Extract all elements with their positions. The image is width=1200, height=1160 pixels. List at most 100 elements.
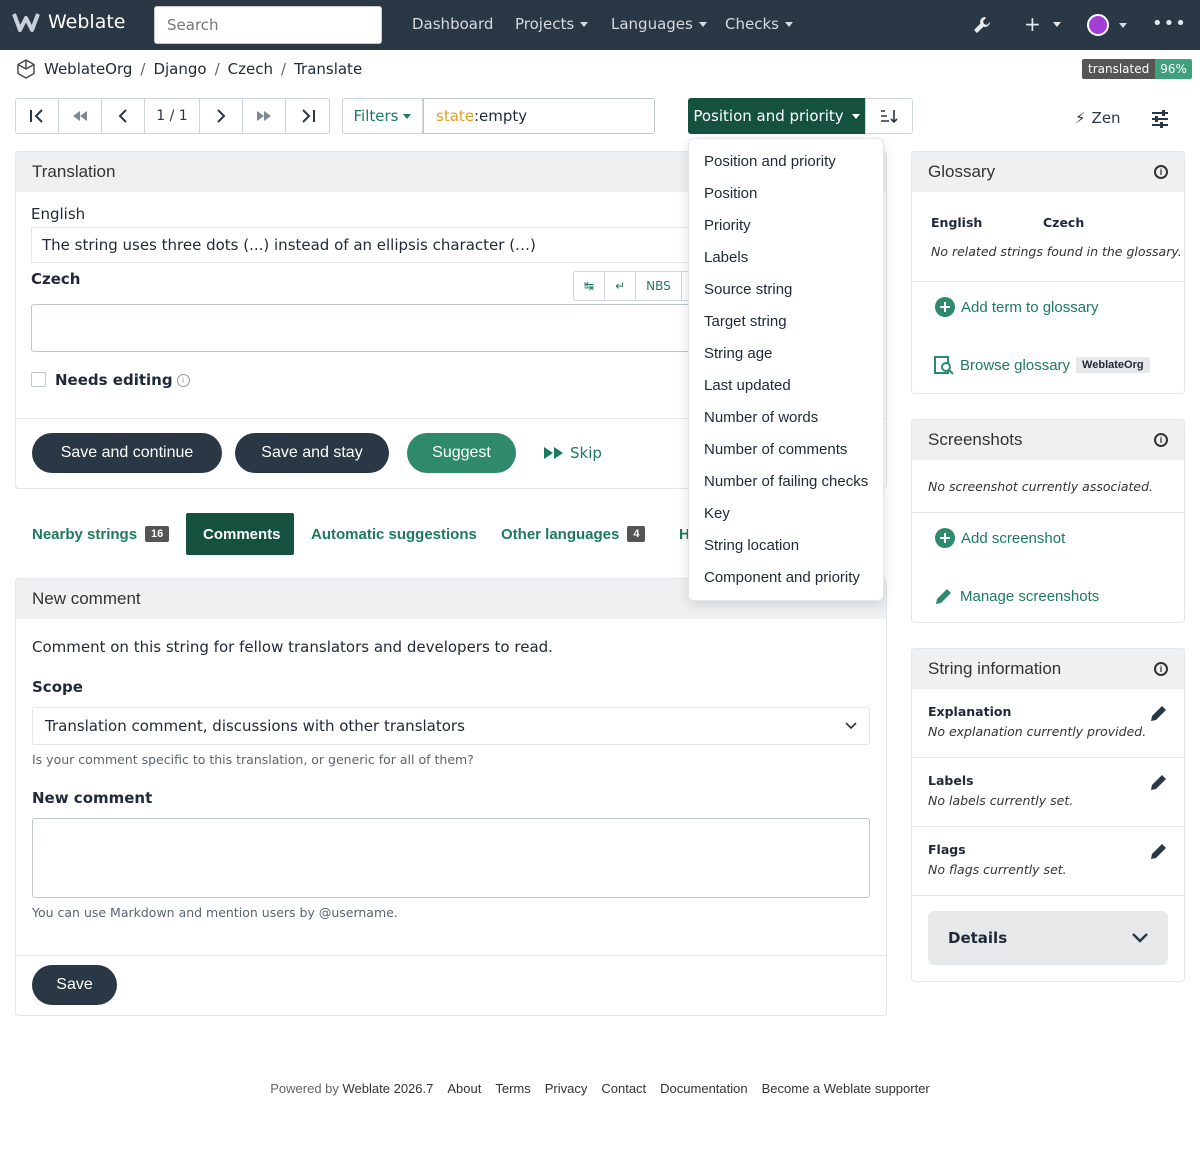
sort-option[interactable]: Component and priority [689, 561, 883, 593]
sort-option[interactable]: String age [689, 337, 883, 369]
project-tag: WeblateOrg [1076, 357, 1150, 373]
help-icon[interactable]: i [176, 373, 190, 387]
translation-textarea[interactable] [31, 304, 711, 352]
sort-button[interactable]: Position and priority [688, 98, 865, 134]
sort-option[interactable]: Priority [689, 209, 883, 241]
chevron-left-icon [118, 109, 127, 123]
query-key: state [436, 107, 474, 125]
sort-option[interactable]: Key [689, 497, 883, 529]
plus-circle-icon [935, 297, 955, 317]
tab-nearby-strings[interactable]: Nearby strings 16 [32, 513, 170, 555]
browse-glossary-link[interactable]: Browse glossary WeblateOrg [934, 355, 1150, 375]
search-book-icon [934, 356, 954, 375]
sort-option[interactable]: Target string [689, 305, 883, 337]
brand[interactable]: Weblate [12, 11, 125, 33]
sort-option[interactable]: String location [689, 529, 883, 561]
caret-down-icon [403, 113, 412, 119]
powered-by: Powered by [270, 1081, 339, 1096]
tab-automatic-suggestions[interactable]: Automatic suggestions [311, 513, 477, 555]
add-term-link[interactable]: Add term to glossary [935, 297, 1099, 317]
manage-screenshots-link[interactable]: Manage screenshots [934, 586, 1099, 606]
save-stay-button[interactable]: Save and stay [235, 433, 389, 473]
suggest-button[interactable]: Suggest [407, 433, 516, 473]
insert-tab-button[interactable]: ↹ [574, 272, 606, 300]
skip-button[interactable]: Skip [544, 444, 602, 462]
query-value: :empty [474, 107, 528, 125]
sort-direction-button[interactable] [865, 98, 913, 134]
version-link[interactable]: Weblate 2026.7 [343, 1081, 434, 1096]
sort-option[interactable]: Number of comments [689, 433, 883, 465]
zen-label: Zen [1091, 109, 1121, 127]
back-fast-button[interactable] [59, 99, 102, 133]
save-comment-button[interactable]: Save [32, 965, 117, 1005]
panel-title: String information [928, 659, 1062, 678]
search-input[interactable] [154, 6, 382, 44]
previous-button[interactable] [102, 99, 145, 133]
sort-option[interactable]: Number of failing checks [689, 465, 883, 497]
footer-terms[interactable]: Terms [495, 1081, 530, 1096]
footer-about[interactable]: About [447, 1081, 481, 1096]
nav-projects[interactable]: Projects [515, 15, 589, 33]
settings-icon[interactable] [1150, 110, 1170, 128]
nav-dashboard[interactable]: Dashboard [412, 15, 493, 33]
edit-explanation-icon[interactable] [1149, 703, 1169, 723]
needs-editing-checkbox[interactable] [31, 372, 46, 387]
add-screenshot-link[interactable]: Add screenshot [935, 528, 1065, 548]
first-button[interactable] [16, 99, 59, 133]
needs-editing-row: Needs editing i [55, 371, 190, 389]
info-icon[interactable]: i [1154, 662, 1168, 676]
panel-title: Glossary [928, 162, 996, 181]
more-icon[interactable]: ••• [1152, 13, 1187, 34]
labels-label: Labels [928, 773, 974, 788]
screenshots-header: Screenshots i [912, 420, 1184, 460]
last-button[interactable] [286, 99, 329, 133]
explanation-label: Explanation [928, 704, 1012, 719]
zen-button[interactable]: ⚡ Zen [1075, 109, 1121, 127]
tab-comments[interactable]: Comments [186, 513, 294, 555]
scope-value: Translation comment, discussions with ot… [45, 717, 465, 735]
filters-button[interactable]: Filters [342, 98, 423, 134]
scope-label: Scope [32, 678, 83, 696]
sort-option[interactable]: Labels [689, 241, 883, 273]
translated-badge[interactable]: translated 96% [1082, 59, 1192, 79]
edit-flags-icon[interactable] [1149, 841, 1169, 861]
details-toggle[interactable]: Details [928, 911, 1168, 965]
wrench-icon[interactable] [972, 15, 992, 35]
nav-checks[interactable]: Checks [725, 15, 793, 33]
footer-supporter[interactable]: Become a Weblate supporter [762, 1081, 930, 1096]
tab-other-languages[interactable]: Other languages 4 [501, 513, 646, 555]
insert-newline-button[interactable]: ↵ [605, 272, 637, 300]
breadcrumb-project[interactable]: WeblateOrg [44, 60, 132, 78]
scope-select[interactable]: Translation comment, discussions with ot… [32, 707, 870, 745]
user-menu[interactable] [1087, 14, 1127, 36]
footer-contact[interactable]: Contact [601, 1081, 646, 1096]
footer-privacy[interactable]: Privacy [545, 1081, 588, 1096]
query-input[interactable]: state:empty [423, 98, 655, 134]
insert-nbsp-button[interactable]: NBS [636, 272, 682, 300]
sort-option[interactable]: Last updated [689, 369, 883, 401]
info-icon[interactable]: i [1154, 433, 1168, 447]
breadcrumb-component[interactable]: Django [153, 60, 206, 78]
flags-value: No flags currently set. [928, 862, 1067, 877]
info-icon[interactable]: i [1154, 165, 1168, 179]
next-button[interactable] [200, 99, 243, 133]
comment-textarea[interactable] [32, 818, 870, 898]
needs-editing-label: Needs editing [55, 371, 173, 389]
sort-option[interactable]: Position and priority [689, 145, 883, 177]
forward-fast-button[interactable] [243, 99, 286, 133]
sort-option[interactable]: Source string [689, 273, 883, 305]
rewind-icon [73, 111, 87, 121]
footer-documentation[interactable]: Documentation [660, 1081, 747, 1096]
scope-help: Is your comment specific to this transla… [32, 752, 474, 767]
sort-option[interactable]: Number of words [689, 401, 883, 433]
sort-option[interactable]: Position [689, 177, 883, 209]
nav-languages[interactable]: Languages [611, 15, 707, 33]
breadcrumb-language[interactable]: Czech [228, 60, 273, 78]
count-badge: 16 [145, 526, 170, 542]
edit-labels-icon[interactable] [1149, 772, 1169, 792]
save-continue-button[interactable]: Save and continue [32, 433, 222, 473]
project-icon [17, 59, 35, 79]
weblate-logo-icon [12, 13, 40, 32]
add-menu[interactable]: + [1024, 12, 1061, 36]
skip-icon [544, 447, 563, 459]
